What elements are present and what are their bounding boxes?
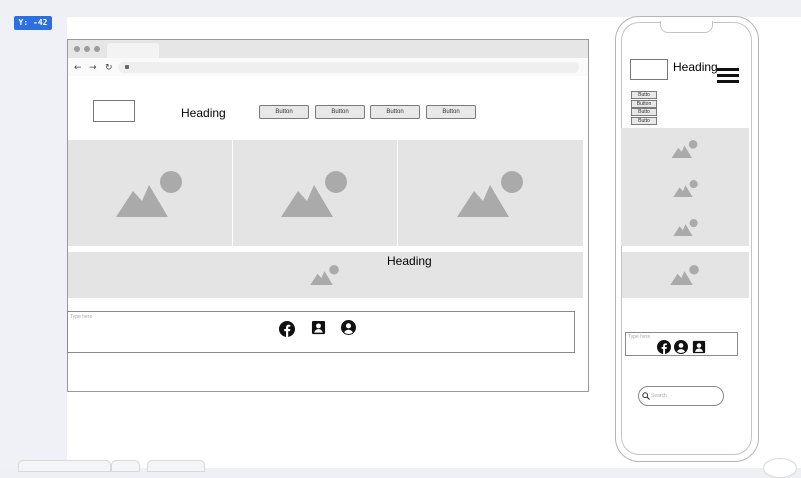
facebook-icon[interactable]: [657, 340, 671, 354]
contact-card-icon[interactable]: [311, 320, 326, 335]
mobile-textarea-placeholder: Type here: [628, 334, 651, 340]
browser-tab[interactable]: [107, 43, 159, 58]
phone-notch: [660, 21, 713, 33]
mobile-header-heading: Heading: [673, 60, 718, 74]
image-placeholder: [233, 140, 397, 246]
mobile-banner-section: [622, 252, 749, 298]
desktop-nav-button[interactable]: Button: [315, 105, 365, 119]
image-icon: [670, 265, 699, 285]
banner-heading: Heading: [387, 254, 432, 268]
desktop-nav-button[interactable]: Button: [370, 105, 420, 119]
image-placeholder: [398, 140, 583, 246]
image-icon: [457, 171, 523, 217]
hamburger-menu-icon[interactable]: [717, 68, 739, 86]
contact-card-icon[interactable]: [692, 340, 706, 354]
mobile-search-input[interactable]: Search: [638, 386, 724, 406]
back-arrow-icon[interactable]: ←: [74, 59, 82, 77]
search-placeholder: Search: [651, 393, 667, 399]
mobile-nav-button[interactable]: Butto: [631, 108, 657, 116]
mobile-image-placeholder: [621, 210, 749, 246]
image-icon: [673, 219, 698, 236]
window-dot-icon: [74, 46, 80, 52]
address-bar[interactable]: [118, 62, 579, 73]
banner-section: [68, 252, 583, 298]
mobile-nav-button[interactable]: Butto: [631, 91, 657, 99]
lock-icon: [125, 65, 129, 69]
user-icon[interactable]: [341, 320, 356, 335]
image-icon: [281, 171, 347, 217]
facebook-icon[interactable]: [279, 321, 295, 337]
bottom-page-tab[interactable]: [18, 460, 111, 472]
image-icon: [116, 171, 182, 217]
image-icon: [671, 140, 698, 158]
desktop-nav-button[interactable]: Button: [259, 105, 309, 119]
user-icon[interactable]: [674, 340, 688, 354]
coordinate-badge: Y: -42: [14, 16, 52, 30]
mobile-logo-placeholder: [630, 59, 668, 80]
left-ruler: [0, 17, 67, 468]
textarea-placeholder: Type here: [70, 314, 93, 320]
logo-placeholder: [93, 100, 135, 122]
bottom-page-tab[interactable]: [147, 460, 205, 472]
image-icon: [310, 265, 339, 285]
mobile-image-placeholder: [621, 170, 749, 210]
desktop-nav-button[interactable]: Button: [426, 105, 476, 119]
desktop-header-heading: Heading: [181, 106, 226, 120]
bottom-page-tab[interactable]: [111, 460, 140, 472]
image-icon: [673, 180, 698, 197]
window-dot-icon: [84, 46, 90, 52]
window-dot-icon: [94, 46, 100, 52]
mobile-image-placeholder: [621, 128, 749, 170]
image-placeholder: [68, 140, 232, 246]
mobile-nav-button[interactable]: Butto: [631, 117, 657, 125]
search-icon: [642, 392, 650, 400]
mobile-nav-button[interactable]: Button: [631, 100, 657, 108]
reload-icon[interactable]: ↻: [105, 59, 113, 77]
floating-action-button[interactable]: [763, 458, 797, 478]
forward-arrow-icon[interactable]: →: [89, 59, 97, 77]
